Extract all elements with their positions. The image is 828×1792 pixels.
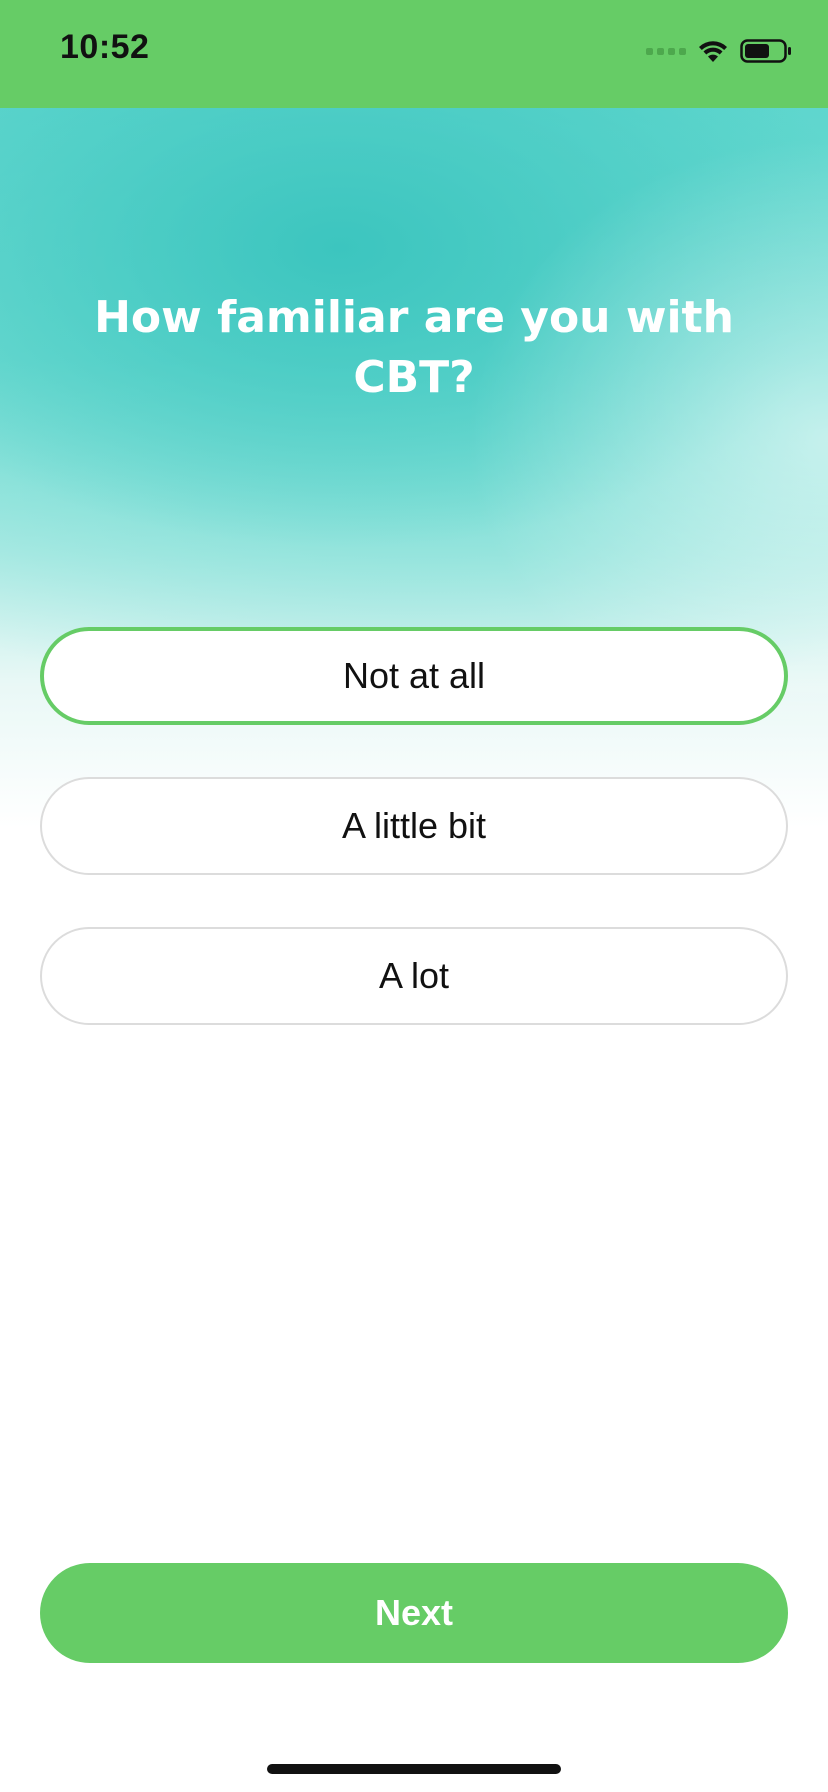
option-a-lot[interactable]: A lot xyxy=(40,927,788,1025)
status-time: 10:52 xyxy=(60,28,150,66)
next-button[interactable]: Next xyxy=(40,1563,788,1663)
option-a-little-bit[interactable]: A little bit xyxy=(40,777,788,875)
cellular-signal-icon xyxy=(646,47,686,55)
status-icons xyxy=(646,34,792,68)
wifi-icon xyxy=(699,41,727,62)
onboarding-screen: 10:52 How familiar are you with CBT? Not… xyxy=(0,0,828,1792)
option-not-at-all[interactable]: Not at all xyxy=(40,627,788,725)
status-bar: 10:52 xyxy=(0,0,828,108)
question-title: How familiar are you with CBT? xyxy=(94,292,734,403)
home-indicator[interactable] xyxy=(267,1764,561,1774)
battery-icon xyxy=(740,39,791,63)
